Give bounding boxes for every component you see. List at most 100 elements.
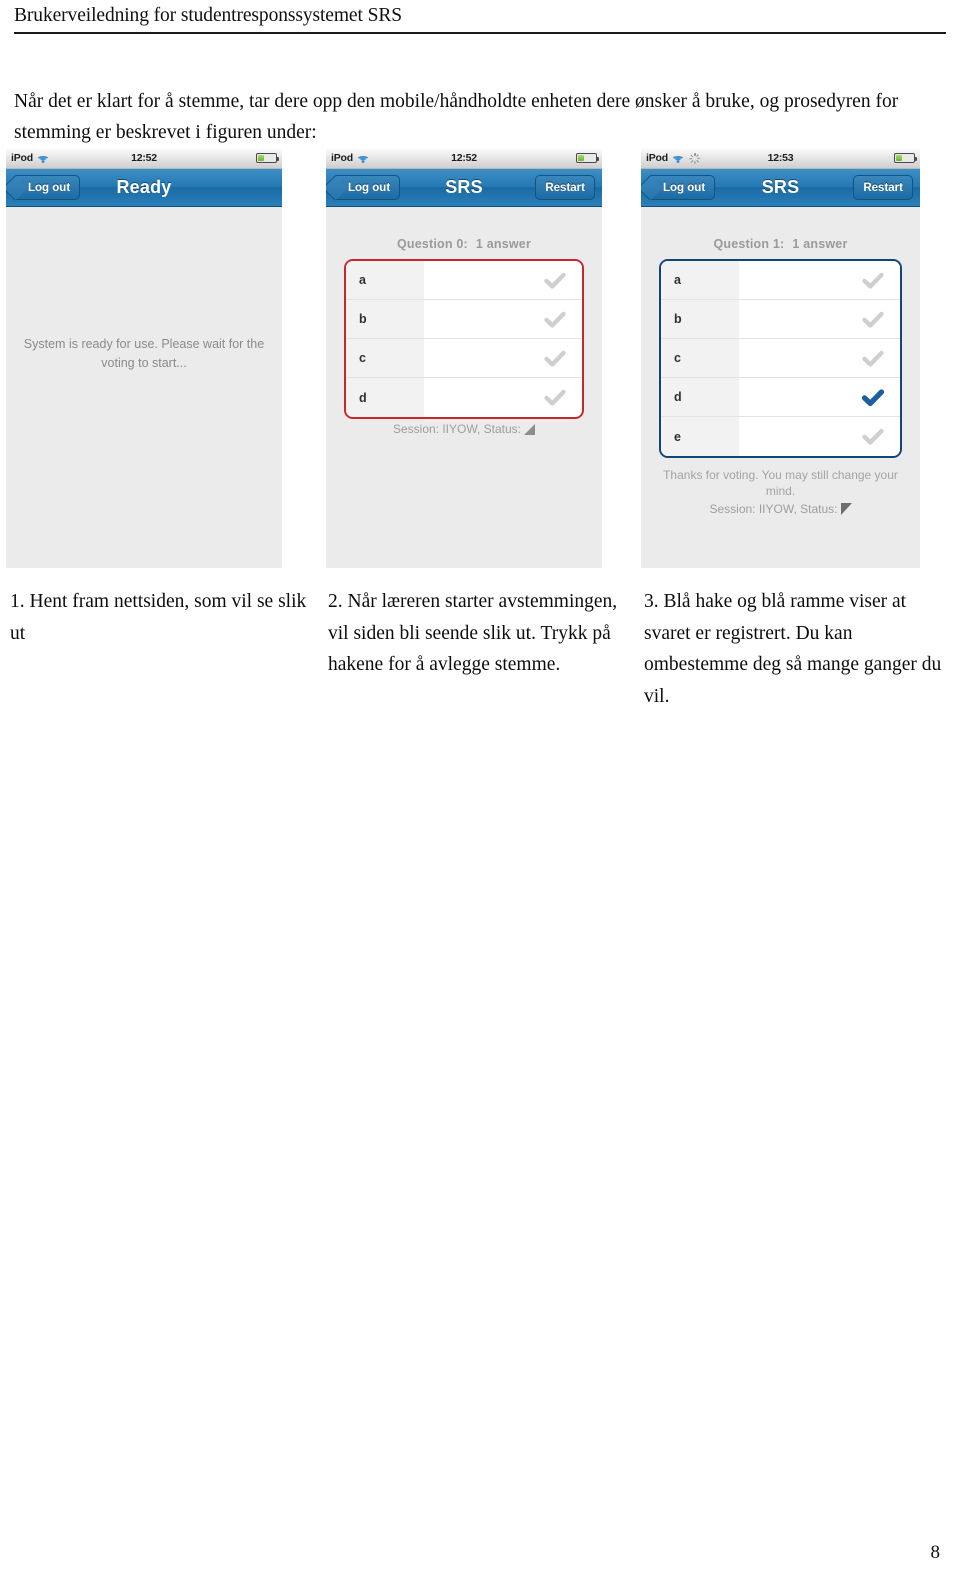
question-number-label: Question 1: [713, 237, 785, 251]
question-header: Question 1: 1 answer [641, 207, 920, 259]
phone-screenshot-question-0: iPod 12:52 Log out SRS Restart Question … [326, 148, 602, 568]
answer-row[interactable]: d [346, 378, 582, 417]
vote-checkmark-button[interactable] [846, 261, 900, 299]
session-status-line: Session: IIYOW, Status: [326, 419, 602, 436]
answer-count-label: 1 answer [792, 237, 848, 251]
log-out-button[interactable]: Log out [648, 175, 716, 200]
log-out-button-label: Log out [663, 181, 706, 194]
question-number-label: Question 0: [396, 237, 468, 251]
log-out-button-label: Log out [348, 181, 391, 194]
restart-button-label: Restart [863, 181, 903, 194]
signal-triangle-open-icon [524, 424, 536, 435]
wifi-icon [36, 153, 50, 163]
navigation-bar: Log out Ready [6, 169, 282, 207]
log-out-button[interactable]: Log out [13, 175, 81, 200]
answer-row[interactable]: b [661, 300, 900, 339]
phone-content-area: Question 0: 1 answer a b c d Session: II… [326, 207, 602, 567]
vote-checkmark-button[interactable] [528, 261, 582, 299]
vote-checkmark-button[interactable] [528, 378, 582, 417]
navigation-bar: Log out SRS Restart [326, 169, 602, 207]
vote-checkmark-button[interactable] [528, 300, 582, 338]
option-label: d [346, 378, 424, 417]
battery-icon [256, 153, 280, 163]
carrier-label: iPod [11, 152, 33, 164]
option-label: c [661, 339, 739, 377]
activity-spinner-icon [689, 152, 701, 164]
answer-row[interactable]: a [346, 261, 582, 300]
answer-row[interactable]: b [346, 300, 582, 339]
vote-checkmark-button[interactable] [846, 417, 900, 456]
session-label: Session: IIYOW, Status: [709, 502, 838, 517]
figure-phone-screenshots: iPod 12:52 Log out Ready System is ready… [0, 148, 960, 573]
battery-icon [576, 153, 600, 163]
restart-button[interactable]: Restart [535, 175, 595, 200]
carrier-label: iPod [331, 152, 353, 164]
option-spacer [424, 300, 528, 338]
log-out-button-label: Log out [28, 181, 71, 194]
question-header: Question 0: 1 answer [326, 207, 602, 259]
option-spacer [739, 339, 846, 377]
checkmark-icon [862, 311, 884, 328]
option-label: b [661, 300, 739, 338]
answer-row-selected[interactable]: d [661, 378, 900, 417]
ios-status-bar: iPod 12:53 [641, 148, 920, 169]
header-divider [14, 32, 946, 35]
session-label: Session: IIYOW, Status: [392, 422, 522, 436]
checkmark-icon [862, 428, 884, 445]
checkmark-icon-selected [862, 388, 884, 406]
option-spacer [424, 339, 528, 377]
checkmark-icon [862, 272, 884, 289]
page-number: 8 [930, 1542, 941, 1563]
ready-message: System is ready for use. Please wait for… [23, 337, 265, 370]
navigation-bar: Log out SRS Restart [641, 169, 920, 207]
restart-button[interactable]: Restart [853, 175, 913, 200]
caption-step-1: 1. Hent fram nettsiden, som vil se slik … [10, 591, 307, 644]
answer-option-list: a b c [659, 259, 902, 458]
answer-row[interactable]: e [661, 417, 900, 456]
option-label: d [661, 378, 739, 416]
caption-step-3: 3. Blå hake og blå ramme viser at svaret… [644, 591, 942, 707]
checkmark-icon [544, 311, 566, 328]
option-spacer [424, 261, 528, 299]
answer-option-list: a b c [344, 259, 584, 419]
checkmark-icon [862, 350, 884, 367]
signal-triangle-solid-icon [840, 503, 852, 516]
option-spacer [424, 378, 528, 417]
option-label: b [346, 300, 424, 338]
phone-content-area: System is ready for use. Please wait for… [6, 207, 282, 567]
checkmark-icon [544, 272, 566, 289]
vote-checkmark-button[interactable] [528, 339, 582, 377]
vote-checkmark-button-selected[interactable] [846, 378, 900, 416]
option-label: a [346, 261, 424, 299]
checkmark-icon [544, 350, 566, 367]
phone-screenshot-ready: iPod 12:52 Log out Ready System is ready… [6, 148, 282, 568]
log-out-button[interactable]: Log out [333, 175, 401, 200]
option-label: c [346, 339, 424, 377]
vote-checkmark-button[interactable] [846, 339, 900, 377]
option-spacer [739, 417, 846, 456]
option-label: a [661, 261, 739, 299]
option-spacer [739, 378, 846, 416]
page-title: Brukerveiledning for studentresponssyste… [14, 5, 402, 26]
session-status-line: Session: IIYOW, Status: [641, 499, 920, 516]
option-spacer [739, 300, 846, 338]
vote-checkmark-button[interactable] [846, 300, 900, 338]
wifi-icon [671, 153, 685, 163]
battery-icon [894, 153, 918, 163]
carrier-label: iPod [646, 152, 668, 164]
answer-row[interactable]: a [661, 261, 900, 300]
phone-content-area: Question 1: 1 answer a b c d e Thanks fo… [641, 207, 920, 567]
wifi-icon [356, 153, 370, 163]
ios-status-bar: iPod 12:52 [326, 148, 602, 169]
document-header: Brukerveiledning for studentresponssyste… [14, 4, 946, 35]
voting-confirmation-message: Thanks for voting. You may still change … [663, 468, 898, 499]
restart-button-label: Restart [545, 181, 585, 194]
caption-step-2: 2. Når læreren starter avstemmingen, vil… [328, 591, 618, 676]
phone-screenshot-question-1: iPod 12:53 Log out SRS Restart Question … [641, 148, 920, 568]
answer-count-label: 1 answer [475, 237, 532, 251]
option-spacer [739, 261, 846, 299]
option-label: e [661, 417, 739, 456]
checkmark-icon [544, 389, 566, 406]
answer-row[interactable]: c [661, 339, 900, 378]
answer-row[interactable]: c [346, 339, 582, 378]
